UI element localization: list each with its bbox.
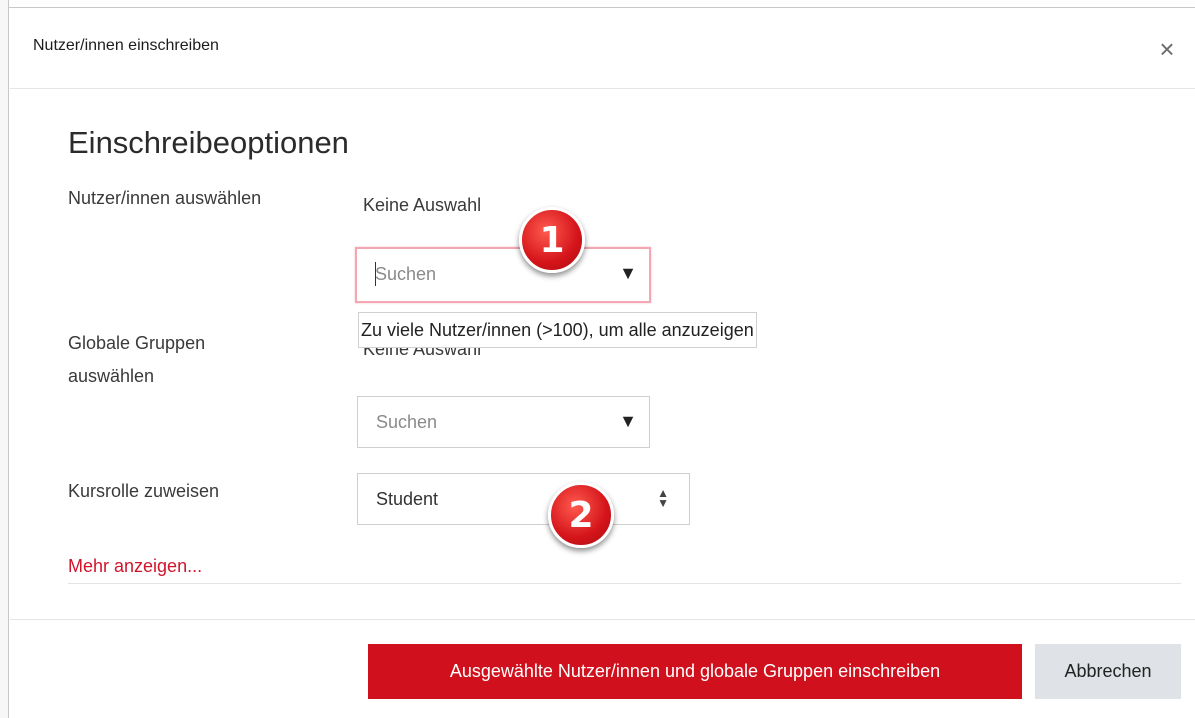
divider: [68, 583, 1181, 584]
select-groups-label-line1: Globale Gruppen: [68, 333, 206, 353]
assign-role-label: Kursrolle zuweisen: [68, 481, 220, 501]
dropdown-arrow-icon[interactable]: ▼: [619, 411, 637, 432]
users-search-input[interactable]: Suchen ▼: [355, 247, 651, 303]
role-select[interactable]: Student ▲ ▼: [357, 473, 690, 525]
annotation-badge-2: 2: [548, 482, 614, 548]
select-groups-label-line2: auswählen: [68, 366, 155, 386]
enrol-selected-button[interactable]: Ausgewählte Nutzer/innen und globale Gru…: [368, 644, 1022, 699]
footer-divider: [10, 619, 1195, 620]
users-search-placeholder: Suchen: [375, 264, 437, 284]
cancel-button[interactable]: Abbrechen: [1035, 644, 1181, 699]
background-page-left: [0, 0, 9, 718]
section-title: Einschreibeoptionen: [68, 125, 349, 160]
enrol-users-modal: Nutzer/innen einschreiben × Einschreibeo…: [10, 9, 1195, 718]
show-more-link[interactable]: Mehr anzeigen...: [68, 556, 202, 577]
groups-search-input[interactable]: Suchen ▼: [357, 396, 650, 448]
dropdown-arrow-icon[interactable]: ▼: [619, 263, 637, 284]
close-icon[interactable]: ×: [1155, 36, 1179, 62]
users-selection-status: Keine Auswahl: [363, 195, 482, 215]
groups-search-placeholder: Suchen: [376, 412, 438, 432]
select-users-label: Nutzer/innen auswählen: [68, 188, 262, 208]
updown-arrows-icon: ▲ ▼: [657, 486, 669, 510]
role-select-value: Student: [376, 489, 439, 509]
modal-title: Nutzer/innen einschreiben: [33, 37, 219, 54]
annotation-badge-1: 1: [519, 207, 585, 273]
too-many-users-tooltip: Zu viele Nutzer/innen (>100), um alle an…: [358, 312, 757, 348]
modal-header: Nutzer/innen einschreiben ×: [10, 9, 1195, 89]
background-page-edge: [0, 0, 1195, 8]
